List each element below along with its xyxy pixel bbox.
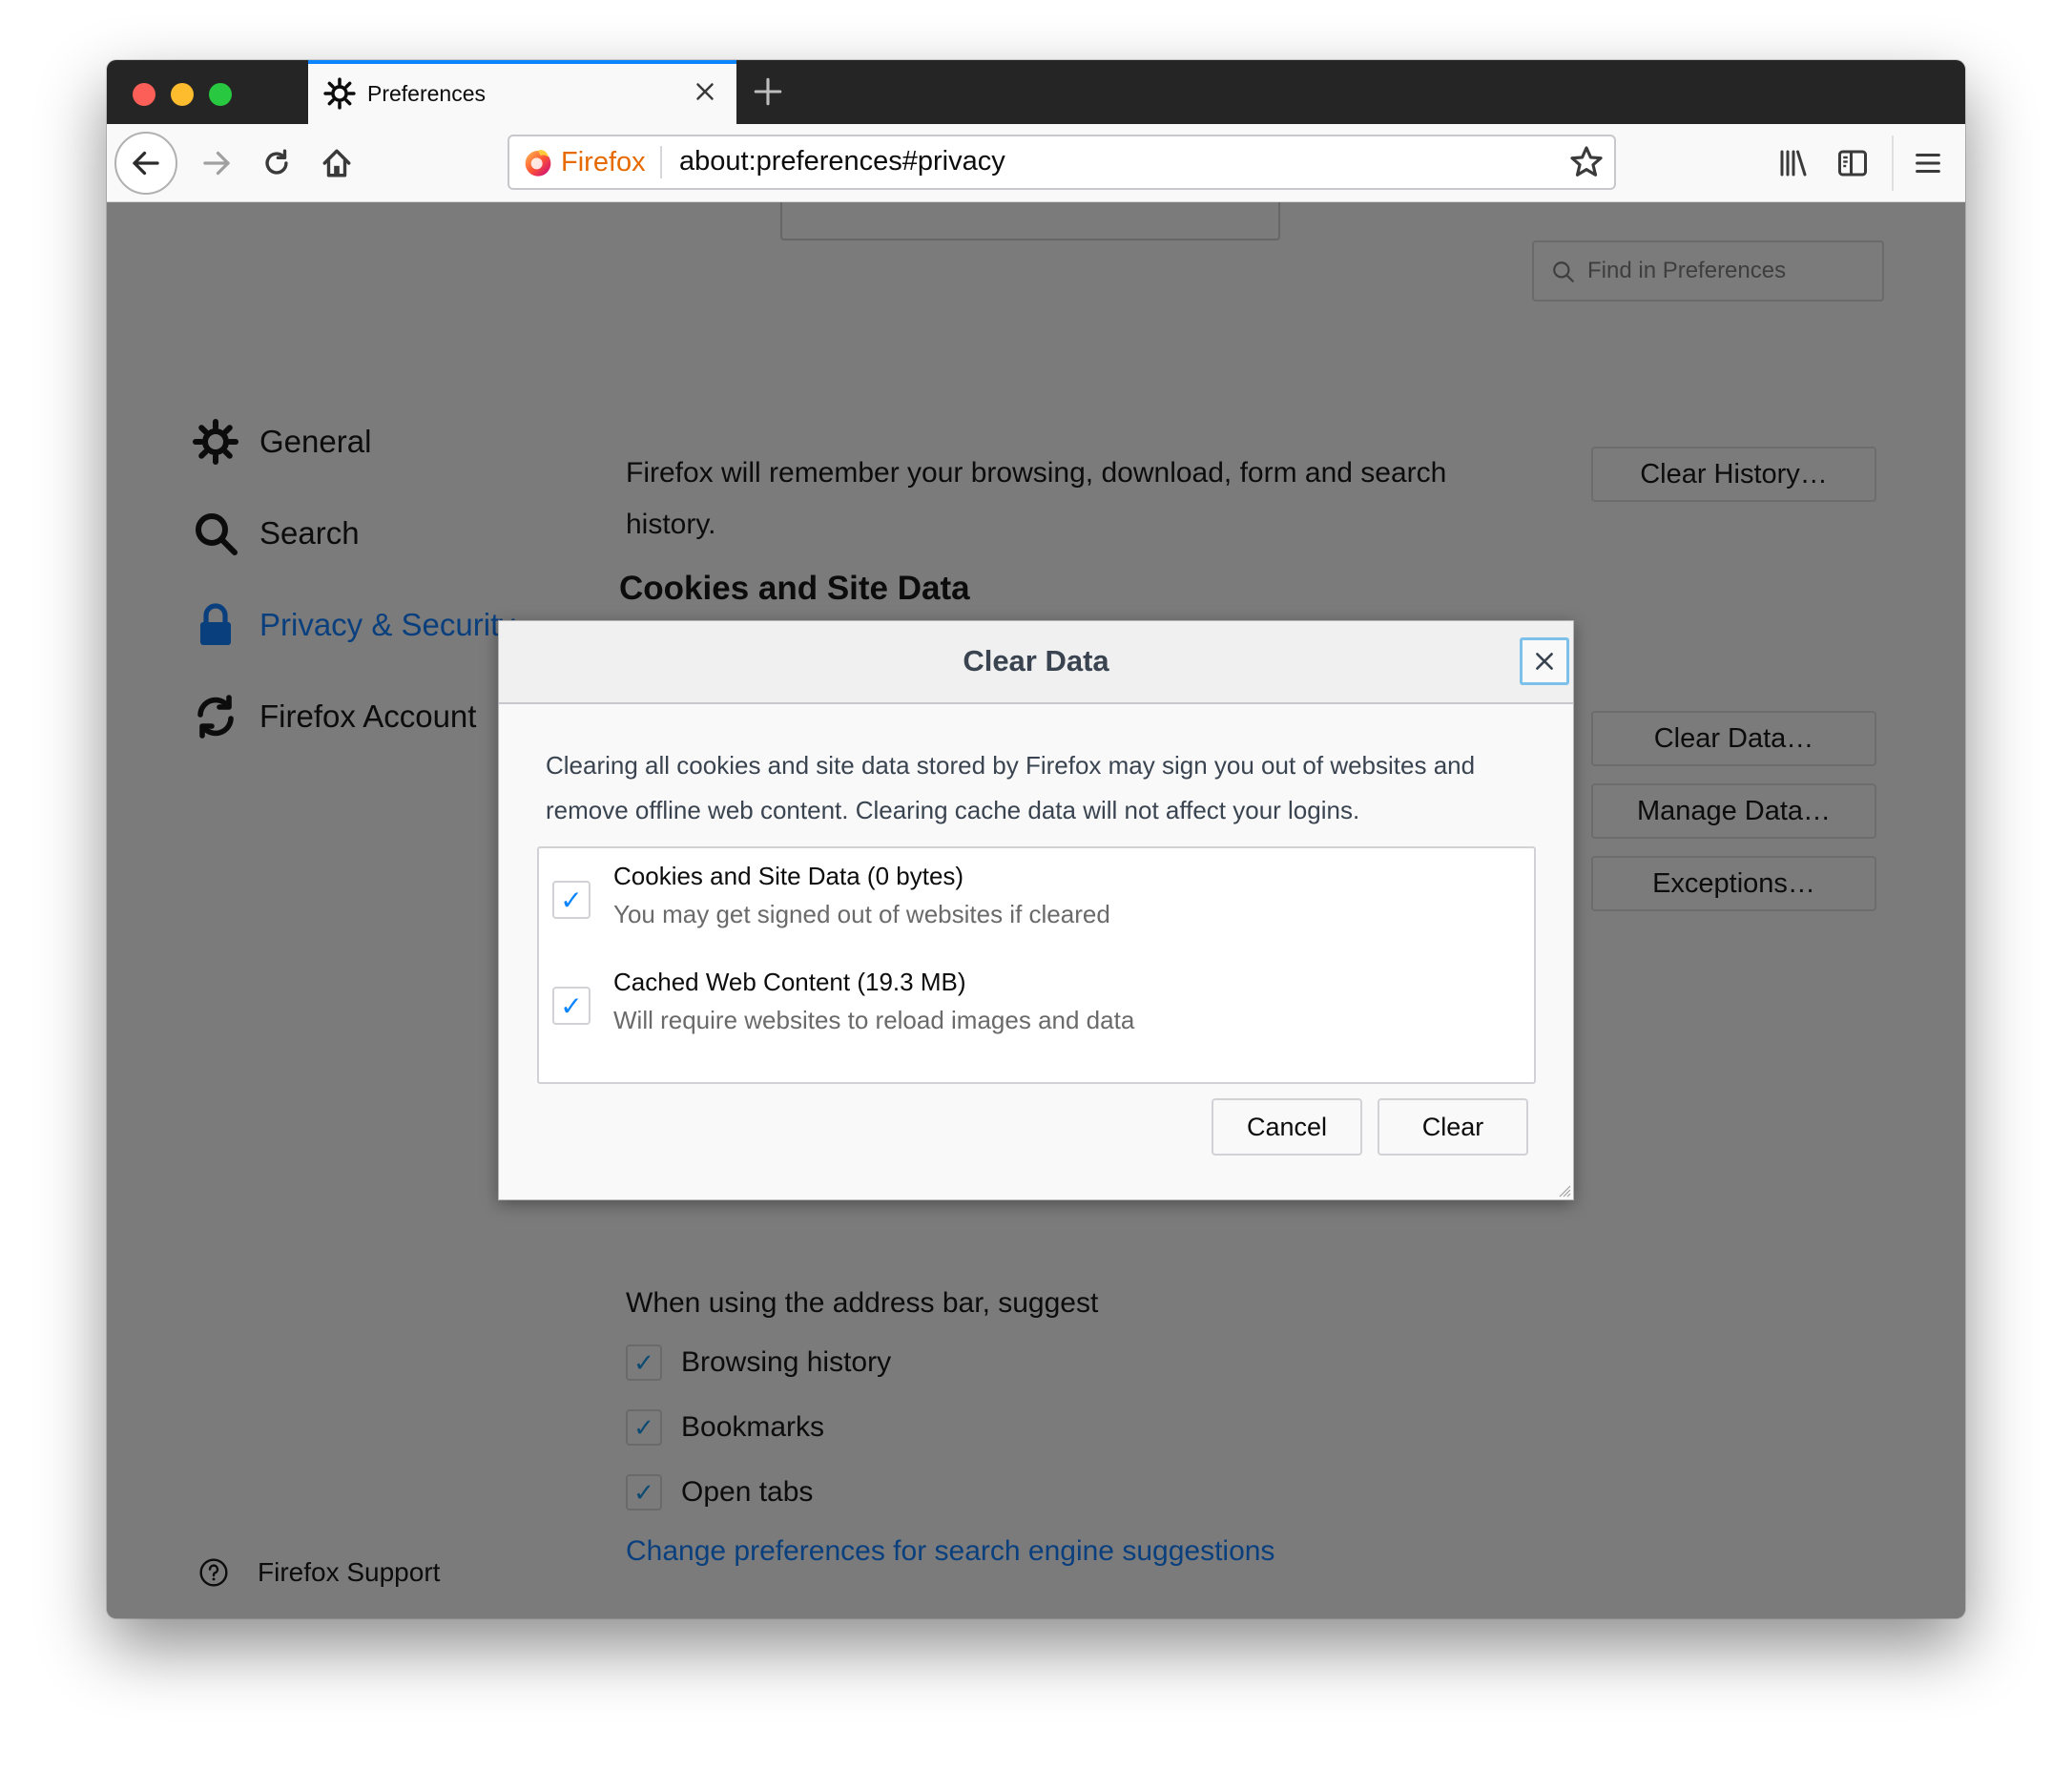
clear-data-dialog: Clear Data Clearing all cookies and site… <box>498 620 1574 1200</box>
browser-window: Preferences Firefox about:preferences#pr… <box>107 60 1965 1618</box>
search-suggestions-link[interactable]: Change preferences for search engine sug… <box>626 1535 1274 1568</box>
close-window-button[interactable] <box>133 83 155 106</box>
checkbox-label: Bookmarks <box>681 1411 825 1443</box>
forward-button[interactable] <box>193 139 240 187</box>
preferences-page: General Search Privacy & Security Firefo… <box>107 202 1965 1618</box>
dialog-header: Clear Data <box>499 621 1573 704</box>
help-icon <box>199 1558 228 1587</box>
history-text-line2: history. <box>626 509 716 540</box>
dialog-description: Clearing all cookies and site data store… <box>546 751 1476 824</box>
sync-icon <box>197 695 234 739</box>
close-tab-icon[interactable] <box>691 77 719 106</box>
checkbox-label: Open tabs <box>681 1476 814 1508</box>
option-subtitle: Will require websites to reload images a… <box>613 1006 1135 1034</box>
clear-history-button[interactable]: Clear History… <box>1591 447 1876 502</box>
option-title: Cached Web Content (19.3 MB) <box>613 968 966 996</box>
bookmark-star-icon[interactable] <box>1568 144 1605 180</box>
clear-data-options-list: ✓ Cookies and Site Data (0 bytes) You ma… <box>537 846 1536 1084</box>
dialog-close-button[interactable] <box>1520 637 1569 685</box>
support-label: Firefox Support <box>258 1557 441 1587</box>
new-tab-icon[interactable] <box>752 75 784 108</box>
gear-icon <box>193 419 238 465</box>
reload-icon <box>265 149 288 175</box>
search-icon <box>1553 261 1574 282</box>
clear-button[interactable]: Clear <box>1378 1098 1528 1156</box>
sidebar-icon <box>1838 150 1867 177</box>
find-in-preferences[interactable] <box>1532 240 1884 302</box>
option-cached-web-content[interactable]: ✓ Cached Web Content (19.3 MB) Will requ… <box>539 954 1534 1050</box>
nav-label: Privacy & Security <box>259 607 515 642</box>
home-icon <box>322 149 351 177</box>
hamburger-menu-icon <box>1916 153 1940 174</box>
nav-item-privacy-security[interactable]: Privacy & Security <box>193 602 515 648</box>
url-text[interactable]: about:preferences#privacy <box>679 146 1005 177</box>
home-button[interactable] <box>313 139 361 187</box>
address-bar[interactable]: Firefox about:preferences#privacy <box>508 135 1616 190</box>
manage-data-button[interactable]: Manage Data… <box>1591 783 1876 839</box>
option-subtitle: You may get signed out of websites if cl… <box>613 900 1110 928</box>
tab-preferences[interactable]: Preferences <box>308 60 736 124</box>
identity-box[interactable]: Firefox <box>523 136 646 188</box>
history-description: Firefox will remember your browsing, dow… <box>626 448 1446 551</box>
suggest-browsing-history[interactable]: ✓ Browsing history <box>626 1344 891 1381</box>
nav-label: Search <box>259 515 360 551</box>
identity-label: Firefox <box>561 146 646 177</box>
checkbox-checked[interactable]: ✓ <box>626 1474 662 1511</box>
navigation-toolbar: Firefox about:preferences#privacy <box>107 124 1965 202</box>
address-bar-suggest-heading: When using the address bar, suggest <box>626 1287 1099 1319</box>
resize-grip-icon[interactable] <box>1556 1182 1571 1198</box>
option-cookies-site-data[interactable]: ✓ Cookies and Site Data (0 bytes) You ma… <box>539 848 1534 944</box>
suggest-open-tabs[interactable]: ✓ Open tabs <box>626 1474 813 1511</box>
exceptions-button[interactable]: Exceptions… <box>1591 856 1876 911</box>
option-title: Cookies and Site Data (0 bytes) <box>613 862 964 890</box>
search-icon <box>196 513 238 555</box>
zoom-window-button[interactable] <box>209 83 232 106</box>
checkbox-checked[interactable]: ✓ <box>552 881 591 919</box>
back-button[interactable] <box>114 132 177 195</box>
reload-button[interactable] <box>253 139 300 187</box>
gear-icon <box>323 77 356 110</box>
lock-icon <box>200 603 231 645</box>
firefox-logo-icon <box>525 150 551 177</box>
sidebar-toggle-button[interactable] <box>1829 139 1876 187</box>
close-icon <box>1536 653 1553 670</box>
cancel-button[interactable]: Cancel <box>1212 1098 1362 1156</box>
dialog-title: Clear Data <box>963 644 1109 677</box>
nav-item-general[interactable]: General <box>193 419 371 465</box>
toolbar-divider <box>1892 135 1894 191</box>
arrow-right-icon <box>203 151 230 176</box>
minimize-window-button[interactable] <box>171 83 194 106</box>
find-in-preferences-input[interactable] <box>1587 242 1874 300</box>
cookies-section-title: Cookies and Site Data <box>619 570 970 607</box>
history-text-line1: Firefox will remember your browsing, dow… <box>626 457 1447 489</box>
checkbox-label: Browsing history <box>681 1346 892 1378</box>
nav-label: Firefox Account <box>259 698 477 734</box>
checkbox-checked[interactable]: ✓ <box>626 1344 662 1381</box>
tab-bar: Preferences <box>107 60 1965 124</box>
library-button[interactable] <box>1770 139 1817 187</box>
library-icon <box>1780 150 1807 177</box>
suggest-bookmarks[interactable]: ✓ Bookmarks <box>626 1409 824 1446</box>
firefox-support-link[interactable]: Firefox Support <box>198 1557 440 1588</box>
nav-label: General <box>259 424 372 459</box>
tab-title: Preferences <box>367 81 487 106</box>
clear-data-button[interactable]: Clear Data… <box>1591 711 1876 766</box>
checkbox-checked[interactable]: ✓ <box>626 1409 662 1446</box>
arrow-left-icon <box>133 151 159 176</box>
checkbox-checked[interactable]: ✓ <box>552 987 591 1025</box>
history-mode-dropdown[interactable] <box>780 202 1280 240</box>
nav-item-firefox-account[interactable]: Firefox Account <box>193 694 476 740</box>
menu-button[interactable] <box>1904 139 1952 187</box>
urlbar-separator <box>660 146 662 178</box>
nav-item-search[interactable]: Search <box>193 510 360 556</box>
